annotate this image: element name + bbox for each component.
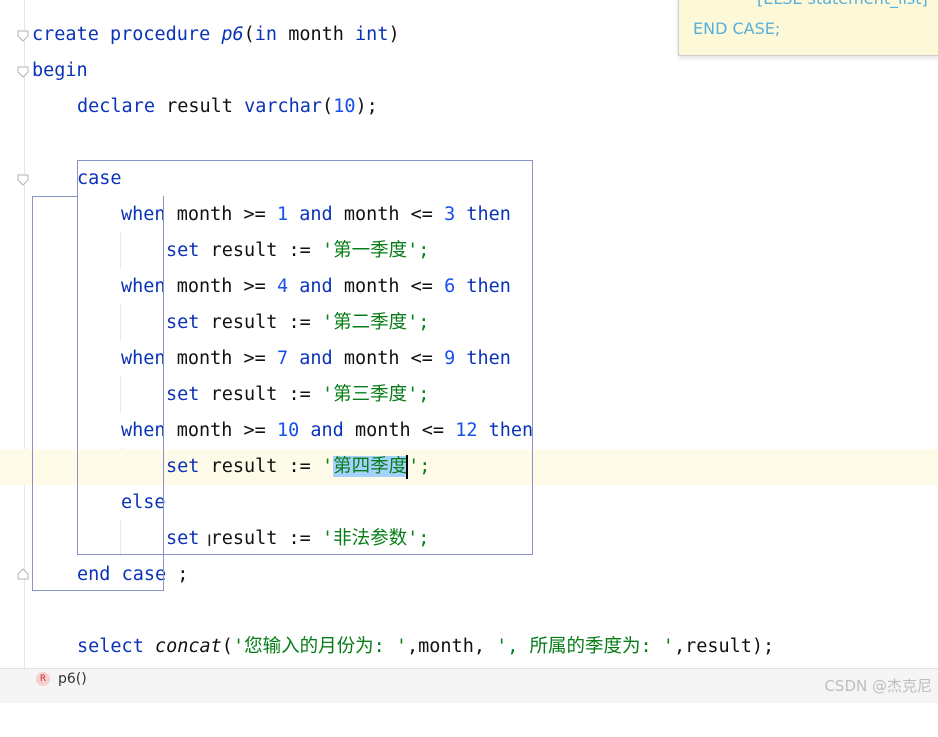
keyword: varchar: [244, 96, 323, 117]
keyword: procedure: [109, 24, 211, 45]
code-line: select concat('您输入的月份为: ',month, ', 所属的季…: [0, 629, 938, 665]
keyword: begin: [32, 60, 88, 81]
keyword: int: [355, 24, 389, 45]
keyword: declare: [77, 96, 155, 117]
popup-line: [ELSE statement_list]: [757, 0, 928, 8]
ibeam-cursor-icon: I: [207, 531, 212, 550]
paren: (: [322, 96, 334, 117]
variable: result: [166, 96, 233, 117]
documentation-popup: [ELSE statement_list] END CASE;: [678, 0, 938, 56]
number: 10: [333, 96, 356, 117]
code-text: ,month,: [407, 636, 497, 657]
function-name: concat: [154, 636, 222, 657]
paren: (: [221, 636, 233, 657]
semicolon: ;: [177, 564, 189, 585]
paren: (: [243, 24, 255, 45]
breadcrumb-item[interactable]: p6(): [58, 669, 87, 689]
watermark: CSDN @杰克尼: [824, 677, 932, 695]
procedure-name: p6: [221, 24, 244, 45]
keyword: select: [77, 636, 144, 657]
routine-icon: R: [36, 672, 50, 686]
breadcrumb-bar: R p6(): [0, 668, 938, 703]
block-connector: [32, 196, 77, 197]
popup-line: END CASE;: [693, 19, 781, 38]
code-line: declare result varchar(10);: [0, 89, 938, 125]
code-text: ,result);: [673, 636, 775, 657]
keyword: create: [32, 24, 99, 45]
string-literal: '您输入的月份为: ': [232, 636, 407, 657]
keyword: in: [254, 24, 278, 45]
code-line: begin: [0, 53, 938, 89]
end-case-block-highlight: [32, 196, 164, 591]
param-name: month: [288, 24, 344, 45]
string-literal: ', 所属的季度为: ': [496, 636, 674, 657]
paren: );: [355, 96, 378, 117]
paren: ): [388, 24, 400, 45]
